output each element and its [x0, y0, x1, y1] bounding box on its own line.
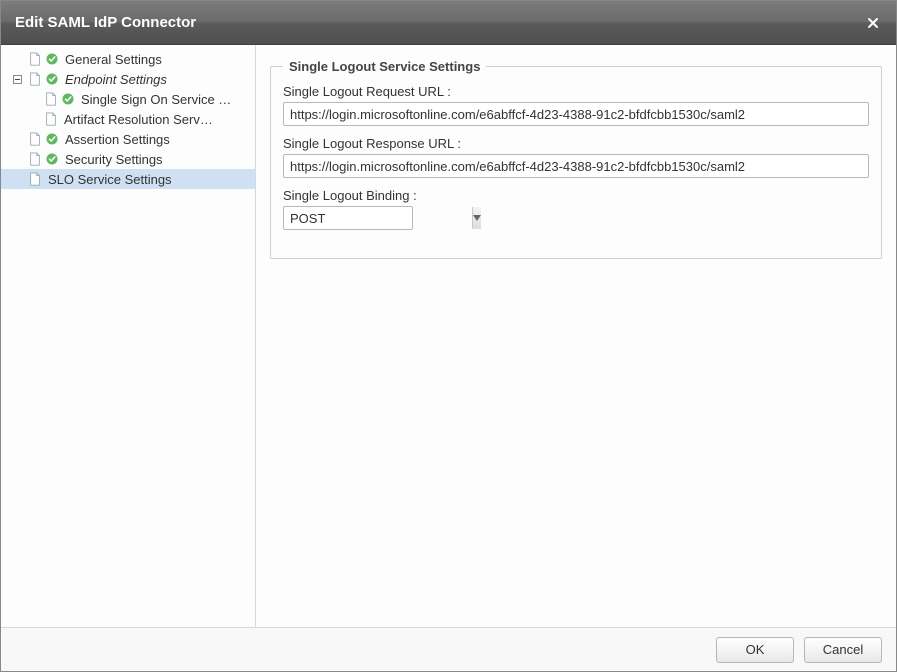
sidebar-item-label: SLO Service Settings	[48, 172, 172, 187]
check-icon	[44, 71, 60, 87]
page-icon	[27, 171, 43, 187]
sidebar-item-label: General Settings	[65, 52, 162, 67]
page-icon	[27, 71, 43, 87]
sidebar-item-general-settings[interactable]: General Settings	[1, 49, 255, 69]
row-binding: Single Logout Binding :	[283, 188, 869, 230]
dialog-title: Edit SAML IdP Connector	[15, 14, 864, 31]
sidebar-item-security-settings[interactable]: Security Settings	[1, 149, 255, 169]
label-request-url: Single Logout Request URL :	[283, 84, 869, 99]
fieldset-legend: Single Logout Service Settings	[283, 59, 486, 74]
cancel-button[interactable]: Cancel	[804, 637, 882, 663]
ok-button[interactable]: OK	[716, 637, 794, 663]
dialog-footer: OK Cancel	[1, 627, 896, 671]
page-icon	[27, 131, 43, 147]
select-binding-value[interactable]	[284, 207, 472, 229]
sidebar-item-assertion-settings[interactable]: Assertion Settings	[1, 129, 255, 149]
label-binding: Single Logout Binding :	[283, 188, 869, 203]
label-response-url: Single Logout Response URL :	[283, 136, 869, 151]
check-icon	[44, 151, 60, 167]
sidebar-item-endpoint-settings[interactable]: Endpoint Settings	[1, 69, 255, 89]
page-icon	[27, 151, 43, 167]
close-icon[interactable]	[864, 14, 882, 32]
input-response-url[interactable]	[283, 154, 869, 178]
sidebar-item-sso-service[interactable]: Single Sign On Service …	[1, 89, 255, 109]
page-icon	[43, 91, 59, 107]
content-pane: Single Logout Service Settings Single Lo…	[256, 45, 896, 627]
sidebar-item-label: Endpoint Settings	[65, 72, 167, 87]
sidebar-tree: General Settings Endpoint Settings	[1, 45, 256, 627]
dialog-edit-saml-idp-connector: Edit SAML IdP Connector General Settings	[0, 0, 897, 672]
row-request-url: Single Logout Request URL :	[283, 84, 869, 126]
check-icon	[60, 91, 76, 107]
sidebar-item-label: Security Settings	[65, 152, 163, 167]
check-icon	[44, 131, 60, 147]
select-binding[interactable]	[283, 206, 413, 230]
input-request-url[interactable]	[283, 102, 869, 126]
page-icon	[27, 51, 43, 67]
sidebar-item-slo-service-settings[interactable]: SLO Service Settings	[1, 169, 255, 189]
sidebar-item-label: Artifact Resolution Serv…	[64, 112, 213, 127]
fieldset-slo-settings: Single Logout Service Settings Single Lo…	[270, 59, 882, 259]
chevron-down-icon[interactable]	[472, 207, 481, 229]
titlebar: Edit SAML IdP Connector	[1, 1, 896, 45]
sidebar-item-label: Assertion Settings	[65, 132, 170, 147]
page-icon	[43, 111, 59, 127]
check-icon	[44, 51, 60, 67]
sidebar-item-artifact-resolution[interactable]: Artifact Resolution Serv…	[1, 109, 255, 129]
row-response-url: Single Logout Response URL :	[283, 136, 869, 178]
collapse-icon[interactable]	[11, 73, 23, 85]
dialog-body: General Settings Endpoint Settings	[1, 45, 896, 627]
sidebar-item-label: Single Sign On Service …	[81, 92, 231, 107]
